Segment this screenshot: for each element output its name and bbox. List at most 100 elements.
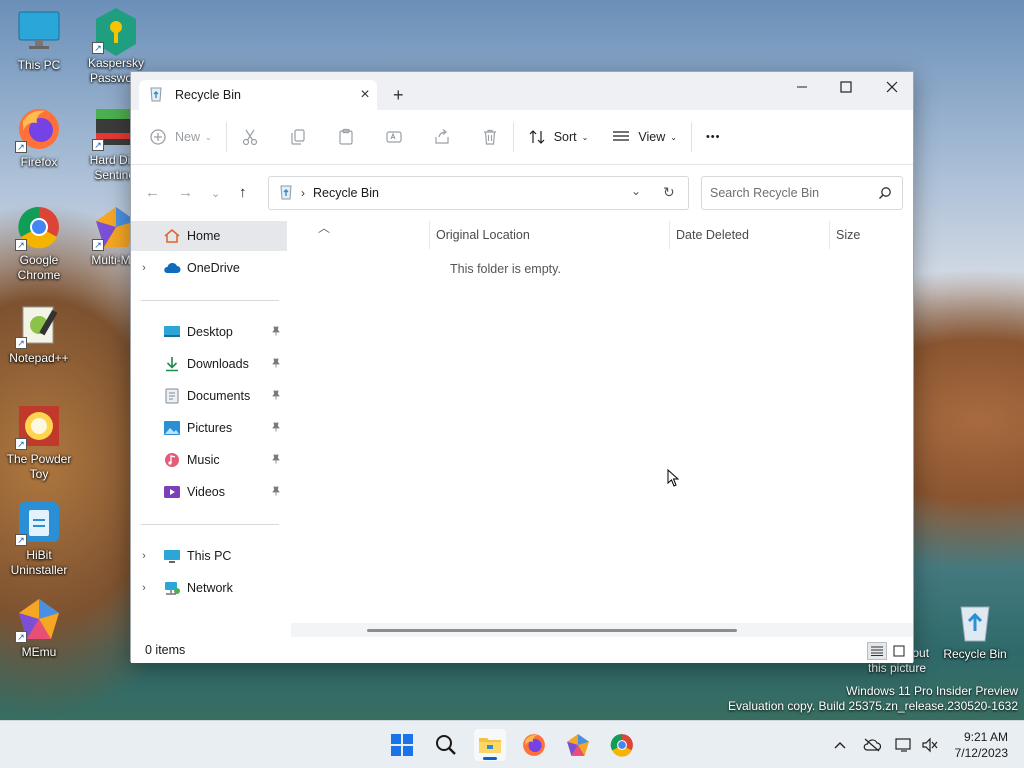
tab-title: Recycle Bin bbox=[175, 88, 241, 102]
desktop-icon-memu[interactable]: ↗ MEmu bbox=[1, 597, 77, 660]
nav-divider bbox=[141, 300, 279, 301]
search-input[interactable] bbox=[710, 186, 878, 200]
desktop-icon-this-pc[interactable]: This PC bbox=[1, 10, 77, 73]
nav-item-pictures[interactable]: Pictures bbox=[131, 413, 287, 443]
sort-button[interactable]: Sort ⌄ bbox=[528, 121, 588, 153]
nav-item-this-pc[interactable]: › This PC bbox=[131, 541, 287, 571]
expand-chevron-icon[interactable]: › bbox=[131, 550, 157, 562]
copy-icon bbox=[291, 129, 305, 145]
maximize-button[interactable] bbox=[823, 72, 869, 102]
pictures-icon bbox=[164, 421, 180, 435]
column-header-date-deleted[interactable]: Date Deleted bbox=[669, 221, 829, 249]
start-button[interactable] bbox=[386, 729, 418, 761]
forward-arrow-icon[interactable]: → bbox=[178, 184, 193, 201]
refresh-icon[interactable]: ↻ bbox=[663, 184, 675, 201]
monitor-icon bbox=[164, 550, 180, 563]
file-explorer-window: Recycle Bin × + New ⌄ Sort ⌄ View ⌄ ••• … bbox=[130, 71, 915, 663]
view-button[interactable]: View ⌄ bbox=[612, 121, 677, 153]
recycle-bin-icon bbox=[149, 86, 163, 105]
address-dropdown-icon[interactable]: ⌄ bbox=[631, 184, 641, 198]
large-icons-view-button[interactable] bbox=[889, 642, 909, 660]
paste-button[interactable] bbox=[337, 121, 355, 153]
pin-icon[interactable] bbox=[271, 358, 281, 368]
chrome-icon bbox=[610, 734, 633, 757]
tab-recycle-bin[interactable]: Recycle Bin × bbox=[139, 80, 377, 110]
taskbar-file-explorer[interactable] bbox=[474, 729, 506, 761]
rename-button[interactable] bbox=[385, 121, 403, 153]
cut-button[interactable] bbox=[241, 121, 259, 153]
new-tab-button[interactable]: + bbox=[393, 85, 404, 106]
column-header-name[interactable] bbox=[291, 221, 429, 249]
address-bar-row: ← → ⌄ ↑ › Recycle Bin ⌄ ↻ bbox=[131, 165, 913, 221]
up-arrow-icon[interactable]: ↑ bbox=[239, 184, 247, 201]
chevron-down-icon: ⌄ bbox=[670, 132, 677, 142]
nav-item-network[interactable]: › Network bbox=[131, 573, 287, 603]
delete-button[interactable] bbox=[481, 121, 499, 153]
toolbar-divider bbox=[225, 122, 227, 152]
command-bar: New ⌄ Sort ⌄ View ⌄ ••• bbox=[131, 110, 913, 165]
nav-item-label: Network bbox=[187, 581, 233, 595]
column-header-size[interactable]: Size bbox=[829, 221, 909, 249]
clock-date: 7/12/2023 bbox=[954, 746, 1008, 760]
nav-item-label: This PC bbox=[187, 549, 232, 563]
desktop-icon-recycle-bin[interactable]: Recycle Bin bbox=[937, 599, 1013, 662]
taskbar-memu[interactable] bbox=[562, 729, 594, 761]
nav-item-documents[interactable]: Documents bbox=[131, 381, 287, 411]
videos-icon bbox=[164, 486, 180, 498]
nav-item-home[interactable]: Home bbox=[131, 221, 287, 251]
show-hidden-icons-button[interactable] bbox=[830, 735, 850, 755]
expand-chevron-icon[interactable]: › bbox=[131, 582, 157, 594]
nav-item-downloads[interactable]: Downloads bbox=[131, 349, 287, 379]
copy-button[interactable] bbox=[289, 121, 307, 153]
pin-icon[interactable] bbox=[271, 390, 281, 400]
breadcrumb-recycle-bin[interactable]: Recycle Bin bbox=[313, 186, 379, 200]
nav-item-label: Downloads bbox=[187, 357, 249, 371]
taskbar-chrome[interactable] bbox=[606, 729, 638, 761]
search-icon bbox=[879, 187, 891, 199]
firefox-icon: ↗ bbox=[15, 107, 61, 153]
search-box[interactable] bbox=[701, 176, 903, 210]
network-tray-button[interactable] bbox=[894, 735, 914, 755]
search-button[interactable] bbox=[430, 729, 462, 761]
volume-tray-button[interactable] bbox=[920, 735, 940, 755]
desktop-icon-notepad-plus-plus[interactable]: ↗ Notepad++ bbox=[1, 303, 77, 366]
address-bar[interactable]: › Recycle Bin ⌄ ↻ bbox=[268, 176, 689, 210]
nav-item-music[interactable]: Music bbox=[131, 445, 287, 475]
pin-icon[interactable] bbox=[271, 486, 281, 496]
desktop-icon-google-chrome[interactable]: ↗ Google Chrome bbox=[1, 205, 77, 283]
share-button[interactable] bbox=[433, 121, 451, 153]
more-options-button[interactable]: ••• bbox=[706, 121, 721, 153]
minimize-button[interactable] bbox=[779, 72, 825, 102]
onedrive-tray-button[interactable] bbox=[862, 735, 882, 755]
back-arrow-icon[interactable]: ← bbox=[145, 184, 160, 201]
shortcut-arrow-icon: ↗ bbox=[92, 42, 104, 54]
pin-icon[interactable] bbox=[271, 454, 281, 464]
system-clock[interactable]: 9:21 AM 7/12/2023 bbox=[955, 729, 1008, 761]
home-icon bbox=[164, 229, 180, 243]
trash-icon bbox=[483, 129, 496, 145]
recent-locations-icon[interactable]: ⌄ bbox=[211, 187, 220, 200]
nav-item-onedrive[interactable]: › OneDrive bbox=[131, 253, 287, 283]
taskbar-firefox[interactable] bbox=[518, 729, 550, 761]
close-window-button[interactable] bbox=[869, 72, 915, 102]
nav-item-desktop[interactable]: Desktop bbox=[131, 317, 287, 347]
pin-icon[interactable] bbox=[271, 326, 281, 336]
more-options-icon: ••• bbox=[705, 131, 721, 143]
desktop-icon-powder-toy[interactable]: ↗ The Powder Toy bbox=[1, 404, 77, 482]
horizontal-scrollbar[interactable] bbox=[291, 623, 913, 637]
chevron-down-icon: ⌄ bbox=[205, 132, 212, 142]
desktop-icon-firefox[interactable]: ↗ Firefox bbox=[1, 107, 77, 170]
desktop-icon-hibit-uninstaller[interactable]: ↗ HiBit Uninstaller bbox=[1, 500, 77, 578]
breadcrumb-separator-icon: › bbox=[301, 186, 305, 200]
new-label: New bbox=[175, 130, 201, 144]
expand-chevron-icon[interactable]: › bbox=[131, 262, 157, 274]
column-header-original-location[interactable]: Original Location bbox=[429, 221, 669, 249]
nav-item-videos[interactable]: Videos bbox=[131, 477, 287, 507]
pin-icon[interactable] bbox=[271, 422, 281, 432]
scrollbar-thumb[interactable] bbox=[367, 629, 737, 632]
taskbar: 9:21 AM 7/12/2023 bbox=[0, 720, 1024, 768]
details-view-button[interactable] bbox=[867, 642, 887, 660]
shortcut-arrow-icon: ↗ bbox=[15, 438, 27, 450]
new-button[interactable]: New ⌄ bbox=[149, 121, 212, 153]
close-tab-icon[interactable]: × bbox=[353, 86, 377, 104]
